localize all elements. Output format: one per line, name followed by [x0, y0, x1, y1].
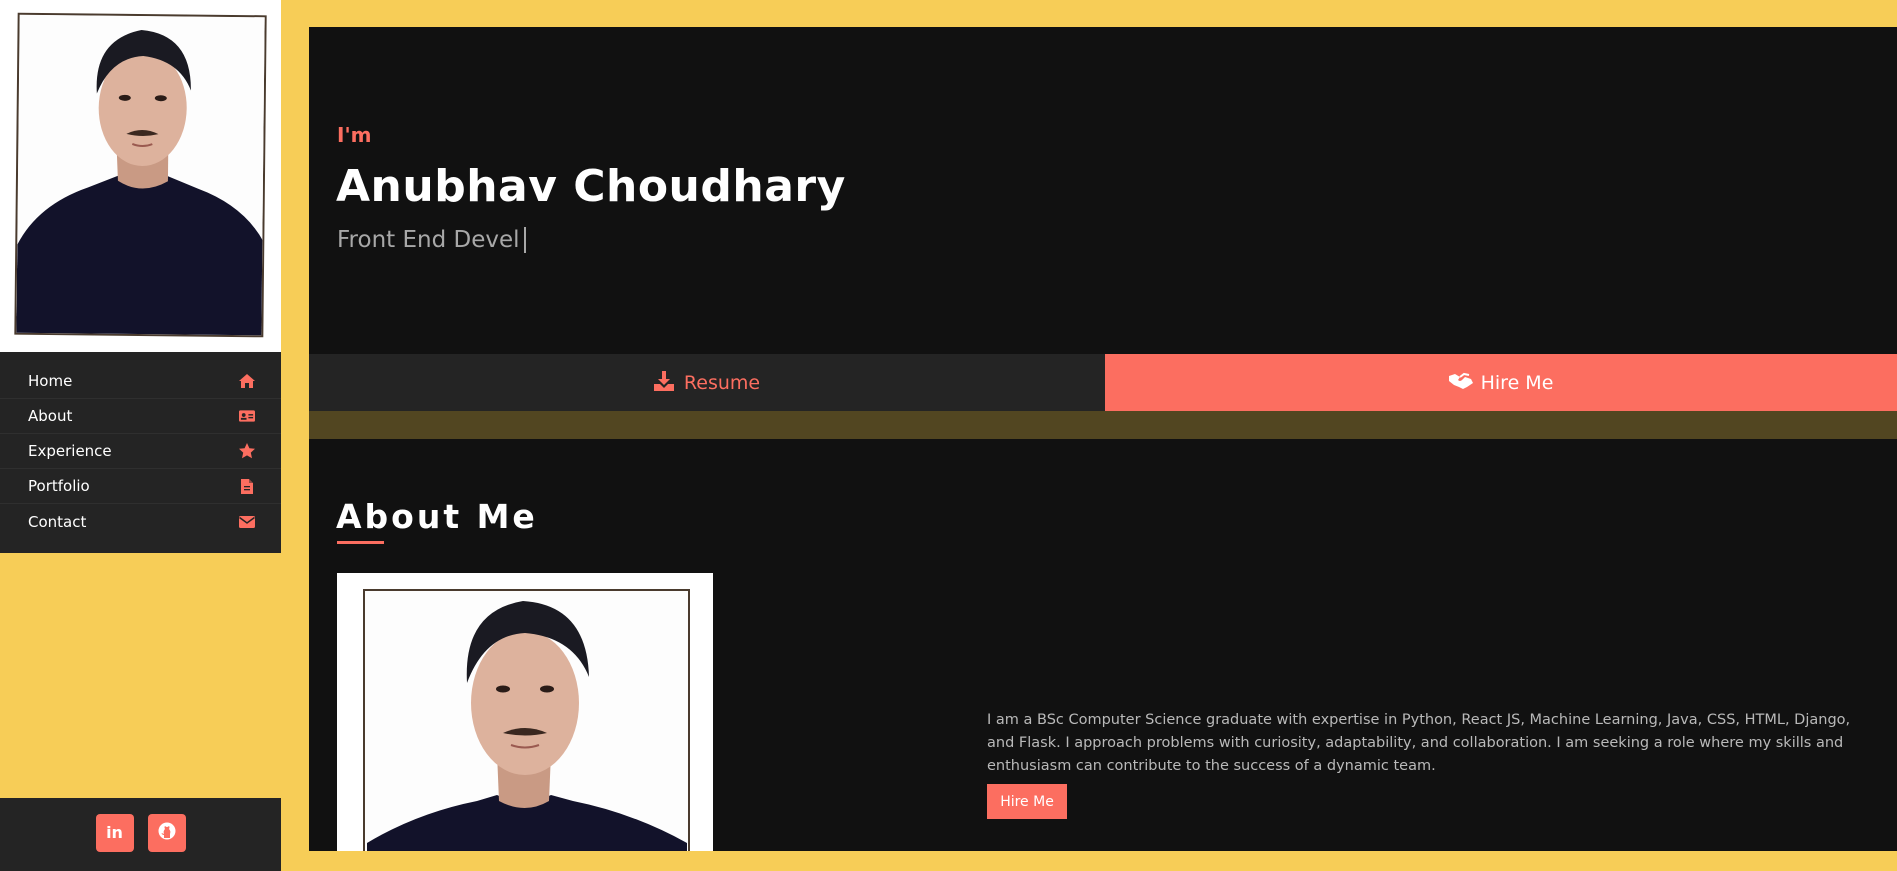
sidebar-item-contact[interactable]: Contact: [0, 504, 281, 539]
github-icon: [158, 822, 176, 844]
envelope-icon: [239, 514, 255, 530]
about-photo: [337, 573, 713, 851]
hero-role: Front End Devel: [337, 227, 526, 253]
hero-button-row: Resume Hire Me: [309, 354, 1897, 411]
linkedin-button[interactable]: in: [95, 813, 134, 852]
typing-cursor: [523, 227, 526, 253]
hero-greeting: I'm: [337, 123, 372, 147]
sidebar-item-experience[interactable]: Experience: [0, 434, 281, 469]
sidebar-item-label: Experience: [28, 442, 112, 460]
main-content: I'm Anubhav Choudhary Front End Devel Re…: [309, 27, 1897, 851]
sidebar-nav: Home About Experience Portfolio Contact: [0, 352, 281, 553]
star-icon: [239, 443, 255, 459]
sidebar-item-label: Home: [28, 372, 73, 390]
github-button[interactable]: [147, 813, 186, 852]
home-icon: [239, 373, 255, 389]
about-title-underline: [337, 541, 384, 544]
sidebar-item-label: Contact: [28, 512, 87, 531]
hero-role-text: Front End Devel: [337, 227, 520, 253]
social-links: in: [0, 798, 281, 871]
about-hire-me-button[interactable]: Hire Me: [987, 784, 1067, 819]
hero-name: Anubhav Choudhary: [336, 161, 846, 212]
handshake-icon: [1448, 372, 1473, 394]
id-card-icon: [239, 408, 255, 424]
sidebar-item-about[interactable]: About: [0, 399, 281, 434]
hero-section: I'm Anubhav Choudhary Front End Devel: [309, 27, 1897, 354]
about-description: I am a BSc Computer Science graduate wit…: [987, 712, 1851, 774]
download-icon: [653, 370, 674, 395]
profile-photo: [14, 12, 267, 338]
about-title: About Me: [336, 497, 538, 536]
sidebar-item-label: Portfolio: [28, 477, 90, 495]
sidebar-item-label: About: [28, 407, 73, 425]
about-section: About Me I am a BSc Computer Science gra…: [309, 439, 1897, 851]
file-icon: [239, 478, 255, 494]
linkedin-icon: in: [106, 823, 123, 842]
hire-me-button-label: Hire Me: [1480, 371, 1554, 394]
section-divider: [309, 411, 1897, 439]
sidebar: Home About Experience Portfolio Contact: [0, 0, 281, 871]
sidebar-item-portfolio[interactable]: Portfolio: [0, 469, 281, 504]
hire-me-button[interactable]: Hire Me: [1105, 354, 1897, 411]
sidebar-item-home[interactable]: Home: [0, 364, 281, 399]
resume-button-label: Resume: [683, 371, 761, 394]
resume-button[interactable]: Resume: [309, 354, 1105, 411]
profile-photo-container: [0, 0, 281, 352]
